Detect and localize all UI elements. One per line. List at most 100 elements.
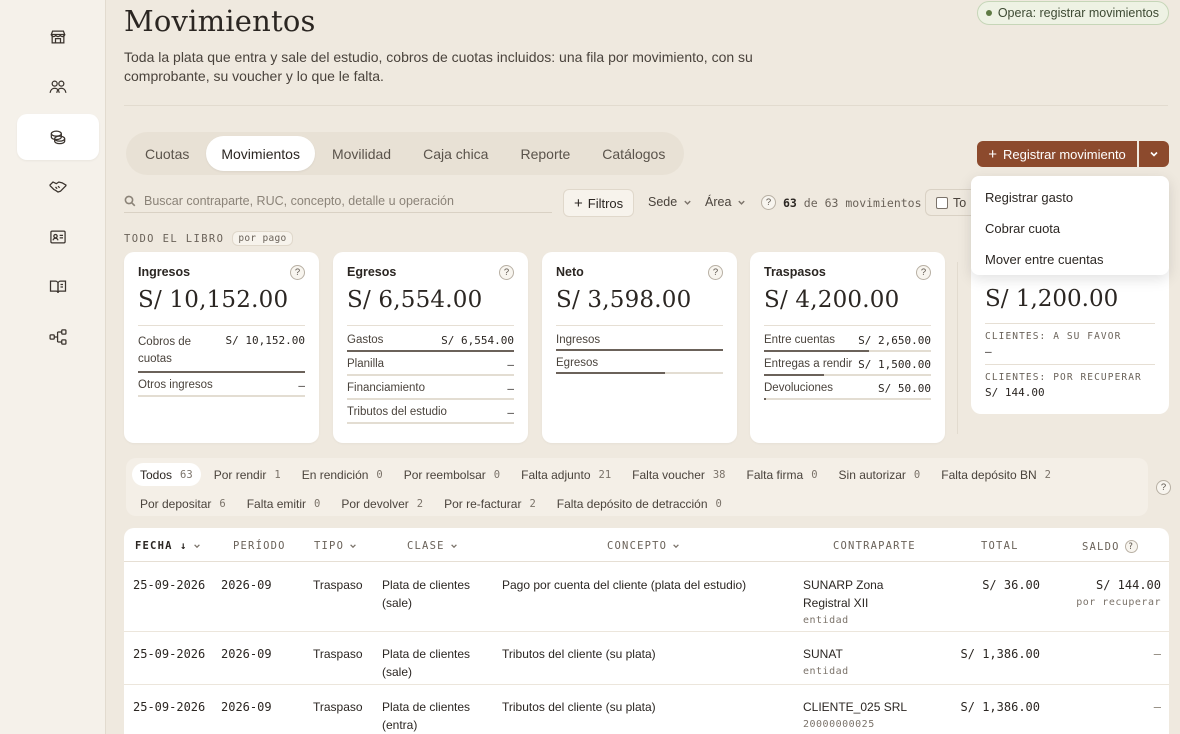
menu-item-mover-entre-cuentas[interactable]: Mover entre cuentas <box>971 244 1169 275</box>
checkbox-label: To <box>953 195 967 210</box>
toggle-checkbox[interactable]: To <box>925 189 973 216</box>
menu-item-registrar-gasto[interactable]: Registrar gasto <box>971 182 1169 213</box>
cell-tipo: Traspaso <box>313 647 363 661</box>
card-amount: S/ 3,598.00 <box>556 287 692 313</box>
table-row[interactable]: 25-09-2026 2026-09 Traspaso Plata de cli… <box>124 562 1169 632</box>
clients-favor-value: — <box>985 345 992 358</box>
column-header-concepto[interactable]: CONCEPTO <box>607 540 680 552</box>
chip-count: 0 <box>314 497 321 510</box>
column-header-tipo[interactable]: TIPO <box>314 540 357 552</box>
chip-todos[interactable]: Todos 63 <box>132 463 201 486</box>
chip-count: 38 <box>712 468 726 481</box>
sidebar-item-users[interactable] <box>17 64 99 110</box>
summary-card-egresos: Egresos ? S/ 6,554.00 Gastos S/ 6,554.00… <box>333 252 528 443</box>
chip-por-depositar[interactable]: Por depositar 6 <box>132 492 234 515</box>
chip-por-rendir[interactable]: Por rendir 1 <box>206 463 289 486</box>
card-divider <box>556 325 723 326</box>
chip-por-devolver[interactable]: Por devolver 2 <box>333 492 431 515</box>
register-menu-toggle[interactable] <box>1139 141 1169 167</box>
search-field[interactable]: Buscar contraparte, RUC, concepto, detal… <box>124 189 552 213</box>
card-row: Tributos del estudio — <box>347 406 514 424</box>
status-badge: Opera: registrar movimientos <box>976 1 1169 25</box>
tab-reporte[interactable]: Reporte <box>505 136 585 171</box>
tab-movimientos[interactable]: Movimientos <box>206 136 315 171</box>
book-icon <box>49 280 67 293</box>
column-header-saldo[interactable]: SALDO? <box>1082 540 1138 553</box>
help-icon[interactable]: ? <box>1156 480 1171 495</box>
row-bar-fill <box>764 374 825 376</box>
chip-falta-voucher[interactable]: Falta voucher 38 <box>624 463 733 486</box>
column-header-periodo[interactable]: PERÍODO <box>233 540 286 552</box>
cell-clase: Plata de clientes (entra) <box>382 700 471 732</box>
sede-select[interactable]: Sede <box>648 195 692 209</box>
page-description: Toda la plata que entra y sale del estud… <box>124 49 753 84</box>
tab-cuotas[interactable]: Cuotas <box>130 136 204 171</box>
sidebar-item-id-card[interactable] <box>17 214 99 260</box>
header-label: PERÍODO <box>233 540 286 552</box>
chip-falta-emitir[interactable]: Falta emitir 0 <box>239 492 329 515</box>
tab-caja-chica[interactable]: Caja chica <box>408 136 503 171</box>
status-dot-icon <box>985 10 992 16</box>
cell-clase: Plata de clientes (sale) <box>382 578 471 610</box>
area-select[interactable]: Área <box>705 195 746 209</box>
help-icon[interactable]: ? <box>1124 540 1138 553</box>
sidebar-item-finanzas[interactable] <box>17 114 99 160</box>
chip-count: 0 <box>376 468 383 481</box>
header-divider <box>124 105 1168 106</box>
sidebar-item-book[interactable] <box>17 264 99 310</box>
chip-sin-autorizar[interactable]: Sin autorizar 0 <box>831 463 929 486</box>
tab-movilidad[interactable]: Movilidad <box>317 136 406 171</box>
cell-fecha: 25-09-2026 <box>133 578 206 592</box>
filters-button[interactable]: + Filtros <box>563 189 635 217</box>
sidebar <box>0 0 106 734</box>
chip-en-rendicion[interactable]: En rendición 0 <box>294 463 391 486</box>
cell-concepto: Tributos del cliente (su plata) <box>502 700 656 714</box>
chip-falta-firma[interactable]: Falta firma 0 <box>739 463 826 486</box>
column-header-fecha[interactable]: FECHA ↓ <box>135 540 201 552</box>
register-movement-button[interactable]: + Registrar movimiento <box>977 141 1137 167</box>
checkbox-square-icon <box>936 196 948 209</box>
column-header-clase[interactable]: CLASE <box>407 540 458 552</box>
row-value: S/ 50.00 <box>878 382 931 395</box>
card-title: Ingresos <box>138 265 191 279</box>
help-icon[interactable]: ? <box>290 265 305 280</box>
help-icon[interactable]: ? <box>708 265 723 280</box>
row-label: Financiamiento <box>347 382 425 394</box>
plus-icon: + <box>574 194 583 212</box>
section-badge: por pago <box>232 231 293 246</box>
chip-falta-adjunto[interactable]: Falta adjunto 21 <box>513 463 619 486</box>
row-bar-fill <box>764 350 870 352</box>
tab-catalogos[interactable]: Catálogos <box>587 136 680 171</box>
cards-divider <box>957 262 958 434</box>
table-row[interactable]: 25-09-2026 2026-09 Traspaso Plata de cli… <box>124 632 1169 685</box>
sidebar-item-workflow[interactable] <box>17 314 99 360</box>
summary-card-traspasos: Traspasos ? S/ 4,200.00 Entre cuentas S/… <box>750 252 945 443</box>
row-value: — <box>507 382 514 395</box>
help-icon[interactable]: ? <box>499 265 514 280</box>
help-icon[interactable]: ? <box>761 195 776 210</box>
cell-clase: Plata de clientes (sale) <box>382 647 471 679</box>
menu-item-cobrar-cuota[interactable]: Cobrar cuota <box>971 213 1169 244</box>
chip-count: 63 <box>180 468 193 481</box>
chip-label: Por devolver <box>341 496 409 511</box>
help-icon[interactable]: ? <box>916 265 931 280</box>
handshake-icon <box>49 181 67 193</box>
cell-contraparte: CLIENTE_025 SRL 20000000025 <box>803 698 931 734</box>
chip-por-reembolsar[interactable]: Por reembolsar 0 <box>396 463 508 486</box>
header-label: SALDO <box>1082 540 1120 553</box>
chip-falta-deposito-detraccion[interactable]: Falta depósito de detracción 0 <box>549 492 730 515</box>
chevron-down-icon <box>1150 151 1158 157</box>
column-header-contraparte[interactable]: CONTRAPARTE <box>833 540 916 552</box>
row-label: Gastos <box>347 334 384 346</box>
chip-label: Todos <box>140 467 173 482</box>
chip-label: Falta firma <box>746 467 804 482</box>
chip-falta-deposito-bn[interactable]: Falta depósito BN 2 <box>933 463 1059 486</box>
cell-periodo: 2026-09 <box>221 578 272 592</box>
column-header-total[interactable]: TOTAL <box>981 540 1019 552</box>
sidebar-item-handshake[interactable] <box>17 164 99 210</box>
chip-por-re-facturar[interactable]: Por re-facturar 2 <box>436 492 544 515</box>
sidebar-item-store[interactable] <box>17 14 99 60</box>
table-row[interactable]: 25-09-2026 2026-09 Traspaso Plata de cli… <box>124 685 1169 734</box>
chip-label: Falta voucher <box>632 467 705 482</box>
contraparte-sub: entidad <box>803 666 849 677</box>
